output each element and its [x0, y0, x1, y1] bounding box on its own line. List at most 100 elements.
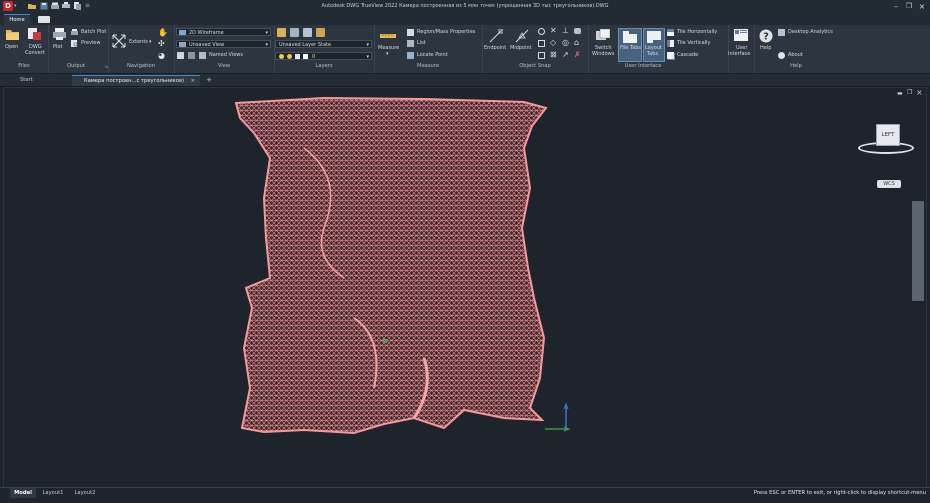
layer-properties-icon[interactable]	[277, 28, 286, 37]
layer-state-dropdown[interactable]: Unsaved Layer State ▾	[275, 40, 372, 48]
saved-view-dropdown[interactable]: Unsaved View ▾	[176, 40, 271, 48]
drawing-viewport[interactable]: ▬ ❐ × LEFT WCS	[3, 87, 927, 489]
ribbon-display-toggle-icon[interactable]	[38, 16, 50, 23]
user-interface-button[interactable]: User Interface	[728, 29, 754, 61]
named-views-label: Named Views	[209, 52, 243, 58]
mesh-model[interactable]	[4, 88, 926, 488]
node-snap-icon[interactable]: ◇	[550, 39, 556, 47]
locate-point-button[interactable]: Locate Point	[407, 52, 457, 60]
tile-vertically-button[interactable]: Tile Vertically	[667, 40, 727, 48]
viewcube-face-label: LEFT	[881, 132, 895, 138]
file-tabs-label: File Tabs	[620, 45, 642, 51]
insertion-snap-icon[interactable]	[538, 52, 545, 59]
desktop-analytics-label: Desktop Analytics	[788, 29, 833, 35]
measure-button[interactable]: Measure ▾	[377, 29, 401, 61]
plus-icon: +	[206, 76, 212, 84]
grid-toggle-icon[interactable]	[188, 52, 195, 59]
viewcube[interactable]: LEFT	[856, 118, 916, 158]
tangent-snap-icon[interactable]: ◎	[562, 39, 569, 47]
region-mass-label: Region/Mass Properties	[417, 29, 476, 35]
orbit-icon[interactable]: ✣	[158, 40, 166, 48]
close-button[interactable]: ×	[916, 1, 928, 12]
minimize-button[interactable]: –	[890, 1, 902, 12]
layout-tabs-toggle[interactable]: Layout Tabs	[643, 28, 665, 62]
midpoint-button[interactable]: Midpoint	[510, 29, 534, 59]
saved-view-value: Unsaved View	[189, 42, 225, 48]
tab-start[interactable]: Start	[4, 75, 70, 86]
extents-arrow-icon: ▾	[149, 39, 152, 45]
nearest-snap-icon[interactable]: ⌂	[574, 39, 579, 47]
named-views-button[interactable]: Named Views	[199, 52, 259, 60]
region-mass-properties-button[interactable]: Region/Mass Properties	[407, 29, 481, 37]
perpendicular-snap-icon[interactable]: ⊥	[562, 27, 569, 35]
about-button[interactable]: About	[778, 52, 818, 60]
steering-wheel-icon[interactable]: ◕	[158, 52, 166, 60]
layout1-tab-label: Layout1	[42, 490, 64, 496]
file-tabs-icon	[623, 31, 637, 43]
snap-settings-icon[interactable]	[574, 28, 581, 34]
preview-icon	[71, 40, 78, 47]
file-tabs-toggle[interactable]: File Tabs	[618, 28, 642, 62]
navigation-bar[interactable]	[912, 201, 924, 301]
new-tab-button[interactable]: +	[204, 75, 214, 86]
tile-vertically-label: Tile Vertically	[677, 40, 711, 46]
parallel-snap-icon[interactable]: ↗	[562, 51, 569, 59]
viewcube-face-left[interactable]: LEFT	[876, 124, 900, 146]
tab-home-label: Home	[9, 17, 25, 23]
panel-title-user-interface: User Interface	[624, 63, 662, 69]
endpoint-button[interactable]: Endpoint	[484, 29, 508, 59]
model-tab-label: Model	[14, 490, 32, 496]
center-snap-icon[interactable]	[538, 28, 545, 35]
cascade-button[interactable]: Cascade	[667, 52, 717, 60]
about-icon	[778, 52, 785, 59]
active-drawing-tab-label: Камера построен...с треугольников)	[84, 78, 185, 84]
tile-horizontally-icon	[667, 29, 674, 36]
help-button[interactable]: ? Help	[757, 29, 775, 61]
dwg-convert-label-2: Convert	[25, 50, 45, 56]
quadrant-snap-icon[interactable]	[538, 40, 545, 47]
extension-snap-icon[interactable]: ⊠	[550, 51, 557, 59]
pan-icon[interactable]: ✋	[158, 29, 168, 37]
clear-snaps-icon[interactable]: ✗	[574, 51, 581, 59]
tab-start-label: Start	[20, 77, 33, 83]
layout-tab-model[interactable]: Model	[10, 488, 36, 498]
tab-active-drawing[interactable]: Камера построен...с треугольников) ×	[72, 75, 200, 86]
region-mass-icon	[407, 29, 414, 36]
midpoint-icon	[515, 29, 529, 43]
batch-plot-button[interactable]: Batch Plot	[71, 29, 107, 37]
layer-dropdown[interactable]: 0 ▾	[275, 52, 372, 60]
view-cube-toggle-icon[interactable]	[177, 52, 184, 59]
switch-windows-button[interactable]: Switch Windows	[590, 29, 616, 61]
list-icon	[407, 40, 414, 47]
desktop-analytics-icon	[778, 29, 785, 36]
layout-tab-layout1[interactable]: Layout1	[38, 488, 68, 498]
dwg-convert-button[interactable]: DWG Convert	[25, 28, 45, 60]
layer-arrow-icon: ▾	[366, 54, 369, 60]
maximize-button[interactable]: ❐	[903, 1, 915, 12]
layer-previous-icon[interactable]	[303, 28, 312, 37]
help-label: Help	[760, 45, 772, 51]
layer-isolate-icon[interactable]	[316, 28, 325, 37]
desktop-analytics-button[interactable]: Desktop Analytics	[778, 29, 848, 37]
wcs-menu[interactable]: WCS	[877, 180, 901, 188]
open-button[interactable]: Open	[5, 28, 21, 60]
visual-style-dropdown[interactable]: 2D Wireframe ▾	[176, 28, 271, 36]
locate-point-icon	[407, 52, 414, 59]
intersection-snap-icon[interactable]: ✕	[550, 27, 557, 35]
visual-style-arrow-icon: ▾	[265, 30, 268, 36]
layout-tab-layout2[interactable]: Layout2	[70, 488, 100, 498]
panel-title-measure: Measure	[416, 63, 440, 69]
extents-button[interactable]: Extents ▾	[112, 34, 154, 50]
close-tab-icon[interactable]: ×	[191, 76, 195, 87]
preview-button[interactable]: Preview	[71, 40, 107, 48]
layer-visible-icon	[279, 54, 284, 59]
current-layer-value: 0	[312, 54, 316, 60]
saved-view-arrow-icon: ▾	[265, 42, 268, 48]
list-button[interactable]: List	[407, 40, 447, 48]
plot-label: Plot	[53, 44, 63, 50]
ruler-icon	[380, 34, 396, 38]
tile-horizontally-button[interactable]: Tile Horizontally	[667, 29, 727, 37]
extents-label: Extents	[129, 39, 148, 45]
layer-match-icon[interactable]	[290, 28, 299, 37]
plot-button[interactable]: Plot	[52, 28, 68, 58]
